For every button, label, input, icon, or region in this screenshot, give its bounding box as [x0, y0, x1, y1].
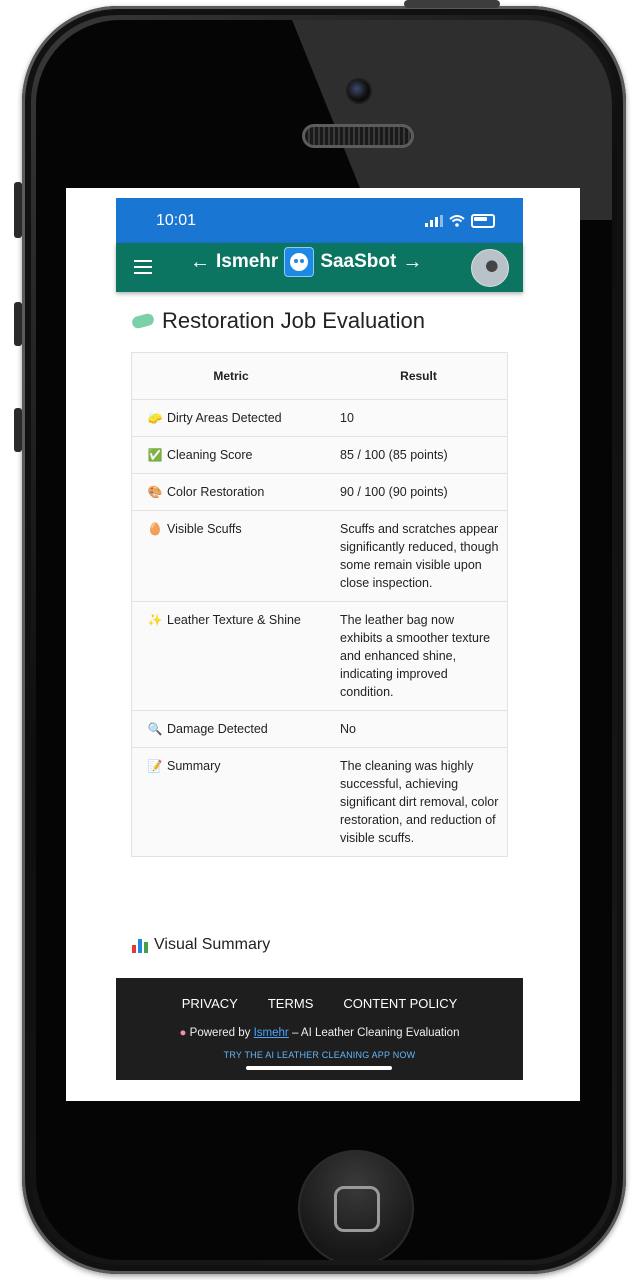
wifi-icon [449, 214, 465, 227]
result-cell: 90 / 100 (90 points) [330, 473, 508, 511]
column-header-metric: Metric [131, 352, 330, 400]
status-time: 10:01 [156, 211, 197, 229]
footer: PRIVACY TERMS CONTENT POLICY ● Powered b… [116, 978, 523, 1080]
arrow-right-icon: → [402, 250, 423, 273]
bar-chart-icon [132, 937, 148, 953]
arrow-left-icon: ← [190, 250, 210, 273]
memo-icon: 📝 [147, 759, 163, 773]
table-row: ✨ Leather Texture & Shine The leather bag… [131, 601, 508, 711]
sparkles-icon: ✨ [147, 613, 163, 627]
result-cell: 10 [330, 399, 508, 437]
front-camera [346, 78, 372, 104]
table-row: 🔍 Damage Detected No [131, 710, 508, 748]
app-viewport: 10:01 ← Ismehr SaaSbot → Restoration Job… [116, 198, 523, 1088]
try-app-link[interactable]: TRY THE AI LEATHER CLEANING APP NOW [116, 1050, 523, 1060]
table-header-row: Metric Result [131, 352, 508, 400]
hamburger-icon[interactable] [134, 260, 152, 278]
signal-icon [425, 214, 443, 227]
brand-right-text: SaaSbot [320, 251, 397, 272]
mute-switch [14, 182, 22, 238]
powered-suffix: – AI Leather Cleaning Evaluation [291, 1027, 460, 1039]
table-row: ✅ Cleaning Score 85 / 100 (85 points) [131, 436, 508, 474]
table-row: 🧽 Dirty Areas Detected 10 [131, 399, 508, 437]
footer-link-privacy[interactable]: PRIVACY [182, 996, 238, 1011]
status-icons [425, 213, 495, 228]
app-bar: ← Ismehr SaaSbot → [116, 243, 523, 292]
sponge-icon [130, 312, 156, 330]
metric-label: Color Restoration [167, 485, 265, 499]
egg-icon: 🥚 [147, 522, 163, 536]
page-title-text: Restoration Job Evaluation [162, 308, 425, 333]
evaluation-table: Metric Result 🧽 Dirty Areas Detected 10 ✅… [131, 352, 508, 857]
metric-cell: 🥚 Visible Scuffs [131, 510, 330, 602]
volume-up-button [14, 302, 22, 346]
home-button-square-icon [334, 1186, 380, 1232]
metric-cell: 🔍 Damage Detected [131, 710, 330, 748]
powered-link[interactable]: Ismehr [254, 1027, 289, 1039]
metric-label: Damage Detected [167, 722, 268, 736]
metric-cell: ✅ Cleaning Score [131, 436, 330, 474]
user-avatar[interactable] [471, 249, 509, 287]
battery-icon [471, 213, 495, 228]
powered-by-line: ● Powered by Ismehr – AI Leather Cleanin… [116, 1027, 523, 1039]
brand-title[interactable]: ← Ismehr SaaSbot → [190, 247, 422, 277]
home-indicator[interactable] [246, 1066, 392, 1070]
status-bar: 10:01 [116, 198, 523, 243]
powered-prefix: Powered by [189, 1027, 251, 1039]
brain-icon: ● [179, 1027, 187, 1039]
home-button[interactable] [298, 1150, 414, 1260]
phone-screen: 10:01 ← Ismehr SaaSbot → Restoration Job… [66, 188, 580, 1101]
metric-cell: 🎨 Color Restoration [131, 473, 330, 511]
table-row: 🥚 Visible Scuffs Scuffs and scratches app… [131, 510, 508, 602]
earpiece-speaker [302, 124, 414, 148]
result-cell: 85 / 100 (85 points) [330, 436, 508, 474]
check-mark-icon: ✅ [147, 448, 163, 462]
metric-cell: 📝 Summary [131, 747, 330, 857]
page-title: Restoration Job Evaluation [130, 306, 523, 336]
brand-left-text: Ismehr [216, 251, 279, 272]
metric-cell: 🧽 Dirty Areas Detected [131, 399, 330, 437]
result-cell: The cleaning was highly successful, achi… [330, 747, 508, 857]
visual-summary-heading: Visual Summary [132, 936, 270, 954]
robot-logo-icon [284, 247, 315, 277]
metric-label: Dirty Areas Detected [167, 411, 282, 425]
column-header-result: Result [330, 352, 508, 400]
table-row: 🎨 Color Restoration 90 / 100 (90 points) [131, 473, 508, 511]
metric-label: Cleaning Score [167, 448, 253, 462]
footer-link-content-policy[interactable]: CONTENT POLICY [343, 996, 457, 1011]
footer-link-terms[interactable]: TERMS [268, 996, 314, 1011]
metric-label: Summary [167, 759, 221, 773]
metric-label: Visible Scuffs [167, 522, 242, 536]
result-cell: The leather bag now exhibits a smoother … [330, 601, 508, 711]
volume-down-button [14, 408, 22, 452]
magnifier-icon: 🔍 [147, 722, 163, 736]
palette-icon: 🎨 [147, 485, 163, 499]
table-row: 📝 Summary The cleaning was highly success… [131, 747, 508, 857]
sponge-icon: 🧽 [147, 411, 163, 425]
footer-links: PRIVACY TERMS CONTENT POLICY [116, 996, 523, 1011]
result-cell: No [330, 710, 508, 748]
metric-label: Leather Texture & Shine [167, 613, 301, 627]
visual-summary-text: Visual Summary [154, 936, 271, 953]
power-button [404, 0, 500, 8]
result-cell: Scuffs and scratches appear significantl… [330, 510, 508, 602]
metric-cell: ✨ Leather Texture & Shine [131, 601, 330, 711]
